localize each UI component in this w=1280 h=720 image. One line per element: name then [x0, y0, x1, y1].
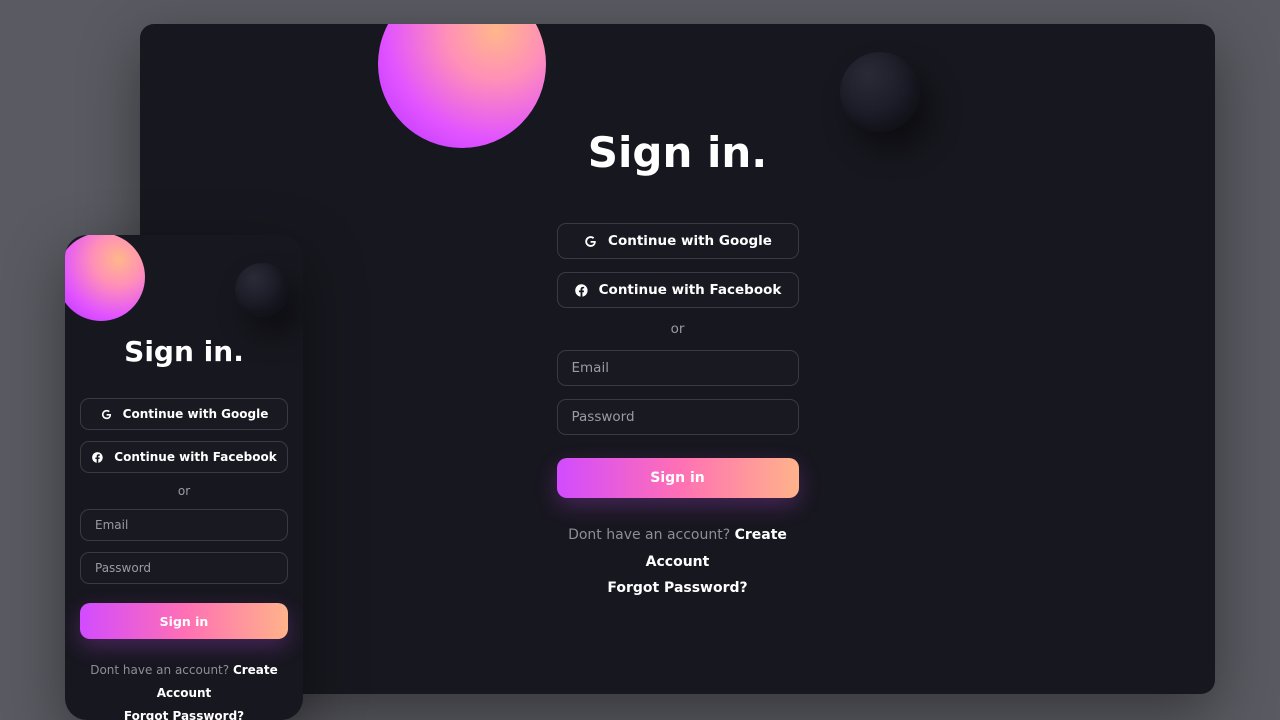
password-field[interactable]: Password [557, 399, 799, 435]
signin-button[interactable]: Sign in [557, 458, 799, 498]
continue-google-button[interactable]: Continue with Google [80, 398, 288, 430]
signin-panel-mobile: Sign in. Continue with Google Continue w… [65, 235, 303, 720]
continue-facebook-button[interactable]: Continue with Facebook [557, 272, 799, 308]
decorative-orb-pink [378, 24, 546, 148]
forgot-password-link[interactable]: Forgot Password? [607, 580, 747, 596]
decorative-orb-dark [840, 52, 920, 132]
email-field[interactable]: Email [557, 350, 799, 386]
google-button-label: Continue with Google [123, 407, 269, 421]
facebook-button-label: Continue with Facebook [599, 282, 782, 298]
no-account-text: Dont have an account? [90, 663, 233, 677]
password-field[interactable]: Password [80, 552, 288, 584]
forgot-password-link[interactable]: Forgot Password? [124, 709, 244, 720]
facebook-icon [91, 451, 104, 464]
google-button-label: Continue with Google [608, 233, 772, 249]
decorative-orb-dark [235, 263, 289, 317]
google-icon [100, 408, 113, 421]
signin-button[interactable]: Sign in [80, 603, 288, 639]
decorative-orb-pink [65, 235, 145, 321]
signin-form: Sign in. Continue with Google Continue w… [557, 128, 799, 602]
facebook-icon [574, 283, 589, 298]
signin-form: Sign in. Continue with Google Continue w… [80, 335, 288, 720]
no-account-text: Dont have an account? [568, 527, 735, 543]
divider-or: or [178, 484, 190, 498]
continue-google-button[interactable]: Continue with Google [557, 223, 799, 259]
facebook-button-label: Continue with Facebook [114, 450, 276, 464]
email-field[interactable]: Email [80, 509, 288, 541]
google-icon [583, 234, 598, 249]
page-title: Sign in. [124, 335, 244, 368]
continue-facebook-button[interactable]: Continue with Facebook [80, 441, 288, 473]
bottom-links: Dont have an account? Create Account For… [80, 659, 288, 720]
bottom-links: Dont have an account? Create Account For… [557, 522, 799, 602]
page-title: Sign in. [588, 128, 767, 177]
divider-or: or [671, 321, 685, 337]
